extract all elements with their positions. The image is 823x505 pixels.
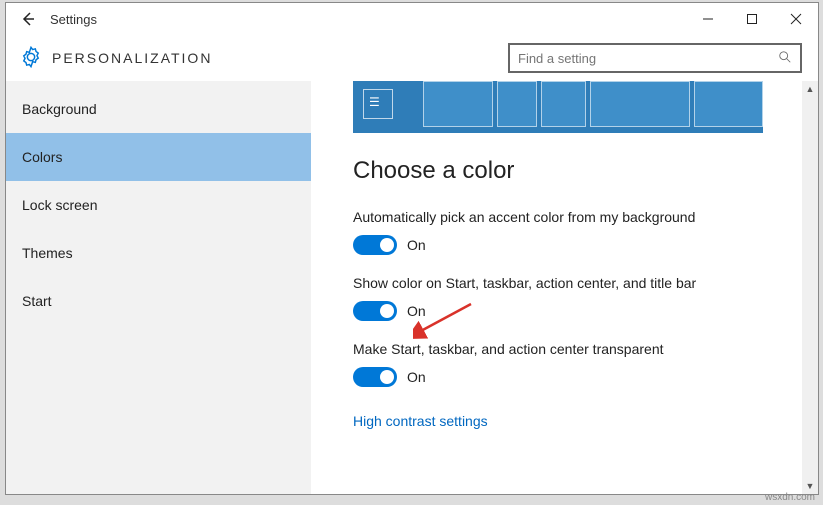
sidebar-item-label: Colors [22, 149, 62, 165]
gear-icon [20, 46, 42, 71]
setting-label: Automatically pick an accent color from … [353, 209, 790, 225]
sidebar-item-lock-screen[interactable]: Lock screen [6, 181, 311, 229]
preview-tile [541, 81, 586, 127]
sidebar-item-label: Background [22, 101, 97, 117]
titlebar: Settings [6, 3, 818, 35]
toggle-show-color[interactable] [353, 301, 397, 321]
sidebar-item-background[interactable]: Background [6, 85, 311, 133]
setting-label: Make Start, taskbar, and action center t… [353, 341, 790, 357]
toggle-transparent[interactable] [353, 367, 397, 387]
category-header: PERSONALIZATION [6, 35, 818, 81]
section-title: Choose a color [353, 157, 790, 185]
back-arrow-icon [20, 11, 36, 27]
sidebar-item-themes[interactable]: Themes [6, 229, 311, 277]
scrollbar[interactable]: ▲ ▼ [802, 81, 818, 494]
toggle-state: On [407, 303, 426, 319]
category-title: PERSONALIZATION [52, 50, 212, 66]
minimize-button[interactable] [686, 3, 730, 35]
hamburger-icon: ☰ [369, 95, 380, 109]
window-controls [686, 3, 818, 35]
close-button[interactable] [774, 3, 818, 35]
toggle-state: On [407, 237, 426, 253]
sidebar-item-label: Lock screen [22, 197, 97, 213]
setting-auto-accent: Automatically pick an accent color from … [353, 209, 790, 255]
sidebar-item-start[interactable]: Start [6, 277, 311, 325]
preview-tile [694, 81, 763, 127]
settings-window: Settings PERSONALIZATION Bac [5, 2, 819, 495]
preview-tile [590, 81, 690, 127]
setting-label: Show color on Start, taskbar, action cen… [353, 275, 790, 291]
toggle-state: On [407, 369, 426, 385]
content-pane: ☰ Choose a color Automatically pick an a… [311, 81, 818, 494]
color-preview-strip: ☰ [353, 81, 763, 133]
setting-transparent: Make Start, taskbar, and action center t… [353, 341, 790, 387]
search-icon [778, 50, 792, 67]
setting-show-color: Show color on Start, taskbar, action cen… [353, 275, 790, 321]
maximize-icon [746, 13, 758, 25]
sidebar-item-label: Start [22, 293, 52, 309]
toggle-auto-accent[interactable] [353, 235, 397, 255]
preview-tile [497, 81, 537, 127]
preview-tile [423, 81, 493, 127]
search-box[interactable] [508, 43, 802, 73]
scroll-up-icon[interactable]: ▲ [802, 81, 818, 97]
sidebar-item-label: Themes [22, 245, 73, 261]
window-title: Settings [50, 12, 97, 27]
sidebar-item-colors[interactable]: Colors [6, 133, 311, 181]
minimize-icon [702, 13, 714, 25]
maximize-button[interactable] [730, 3, 774, 35]
sidebar: Background Colors Lock screen Themes Sta… [6, 81, 311, 494]
search-input[interactable] [518, 51, 778, 66]
watermark: wsxdn.com [765, 492, 815, 503]
back-button[interactable] [6, 3, 50, 35]
window-body: Background Colors Lock screen Themes Sta… [6, 81, 818, 494]
close-icon [790, 13, 802, 25]
high-contrast-link[interactable]: High contrast settings [353, 413, 488, 429]
